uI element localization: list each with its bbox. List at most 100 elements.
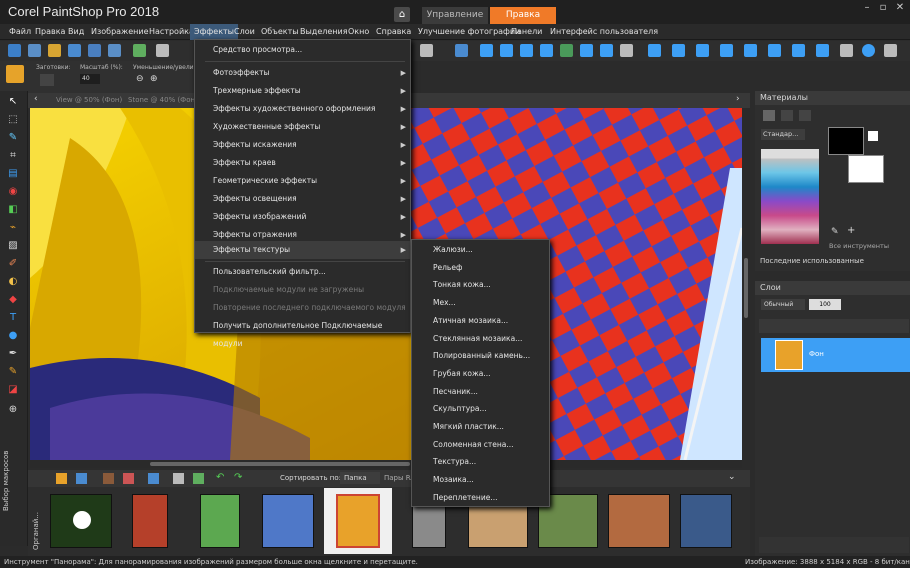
texture-item-weave[interactable]: Переплетение... [412,489,549,507]
effects-item-3[interactable]: Эффекты художественного оформления ▶ [195,100,410,118]
org-icon-1[interactable] [56,473,67,484]
frame-view-icon[interactable] [799,110,811,121]
texture-item-fur[interactable]: Мех... [412,294,549,312]
color-swatches[interactable] [761,149,819,244]
org-icon-3[interactable] [103,473,114,484]
toolbar-icon-13[interactable] [720,44,733,57]
layer-row-background[interactable]: Фон [761,338,910,372]
menu-view[interactable]: Вид [64,24,88,40]
toolbar-icon-18[interactable] [840,44,853,57]
menu-ui[interactable]: Интерфейс пользователя [546,24,662,40]
org-icon-4[interactable] [123,473,134,484]
paint-tool-icon[interactable]: ✐ [4,257,22,271]
materials-mode-dropdown[interactable]: Стандар... [761,129,805,140]
effects-item-8[interactable]: Эффекты освещения ▶ [195,190,410,208]
foreground-color[interactable] [828,127,864,155]
organizer-side-tab[interactable]: Органай... [32,494,42,550]
effects-item-5[interactable]: Эффекты искажения ▶ [195,136,410,154]
thumbnail-selected-frame[interactable] [324,488,392,554]
text-tool-icon[interactable]: T [4,311,22,325]
thumbnail-1[interactable] [50,494,112,548]
toolbar-icon-6[interactable] [560,44,573,57]
org-icon-6[interactable] [173,473,184,484]
texture-item-soft-plastic[interactable]: Мягкий пластик... [412,418,549,436]
org-icon-7[interactable] [193,473,204,484]
texture-item-tiles[interactable]: Мозаика... [412,471,549,489]
thumbnail-3[interactable] [200,494,240,548]
fill-tool-icon[interactable]: ◆ [4,293,22,307]
toolbar-icon-5[interactable] [540,44,553,57]
home-icon[interactable]: ⌂ [394,7,410,22]
menu-help[interactable]: Справка [372,24,415,40]
zoom-in-icon[interactable]: ⊕ [150,74,158,84]
undo-icon[interactable]: ↶ [216,472,224,483]
texture-item-straw-wall[interactable]: Соломенная стена... [412,436,549,454]
toolbar-icon-7[interactable] [580,44,593,57]
texture-item-glass-mosaic[interactable]: Стеклянная мозаика... [412,330,549,348]
texture-item-sandstone[interactable]: Песчаник... [412,383,549,401]
toolbar-icon-11[interactable] [672,44,685,57]
toolbar-icon-17[interactable] [816,44,829,57]
pen-tool-icon[interactable]: ✒ [4,347,22,361]
texture-item-antique-mosaic[interactable]: Атичная мозаика... [412,312,549,330]
plus-icon[interactable]: + [847,225,855,236]
save-icon[interactable] [88,44,101,57]
toolbar-icon-19[interactable] [862,44,875,57]
dodge-tool-icon[interactable]: ◐ [4,275,22,289]
sort-dropdown[interactable]: Папка [340,472,380,484]
save-as-icon[interactable] [108,44,121,57]
macro-tab[interactable]: Выбор макросов [2,431,12,511]
gradient-tool-icon[interactable]: ▨ [4,239,22,253]
clone-tool-icon[interactable]: ⌁ [4,221,22,235]
open-icon[interactable] [48,44,61,57]
toolbar-icon-12[interactable] [696,44,709,57]
texture-item-rough-leather[interactable]: Грубая кожа... [412,365,549,383]
doc-tab-stone[interactable]: Stone @ 40% (Фон) [128,96,198,104]
toolbar-icon-16[interactable] [792,44,805,57]
toolbar-icon-4[interactable] [520,44,533,57]
texture-item-sculpture[interactable]: Скульптура... [412,400,549,418]
effects-item-get-plugins[interactable]: Получить дополнительное Подключаемые мод… [195,317,410,348]
texture-item-polished-stone[interactable]: Полированный камень... [412,347,549,365]
dropper-tool-icon[interactable]: ✎ [4,131,22,145]
thumbnail-2[interactable] [132,494,168,548]
shape-tool-icon[interactable]: ● [4,329,22,343]
scroll-thumb[interactable] [150,462,410,466]
menu-layers[interactable]: Слои [230,24,259,40]
toolbar-icon-20[interactable] [884,44,897,57]
grid-icon[interactable] [28,44,41,57]
doc-tab-view[interactable]: View @ 50% (Фон) [56,96,122,104]
background-color[interactable] [848,155,884,183]
toolbar-icon-2[interactable] [480,44,493,57]
add-tool-icon[interactable]: ⊕ [4,403,22,417]
texture-item-emboss[interactable]: Рельеф [412,259,549,277]
swap-colors-icon[interactable] [868,131,878,141]
toolbar-icon-8[interactable] [600,44,613,57]
tab-right-arrow-icon[interactable]: › [736,94,740,104]
organizer-collapse-icon[interactable]: ⌄ [728,472,736,482]
close-icon[interactable]: ✕ [893,2,907,14]
zoom-input[interactable]: 40 [80,74,100,84]
minimize-icon[interactable]: – [860,2,874,14]
vertical-scrollbar[interactable] [742,108,750,460]
share-icon[interactable] [133,44,146,57]
menu-palettes[interactable]: Панели [507,24,546,40]
maximize-icon[interactable]: ▫ [876,2,890,14]
menu-image[interactable]: Изображение [87,24,153,40]
effects-item-7[interactable]: Геометрические эффекты ▶ [195,172,410,190]
opacity-field[interactable]: 100 [809,299,841,310]
crop-tool-icon[interactable]: ⌗ [4,149,22,163]
thumbnail-5[interactable] [336,494,380,548]
new-icon[interactable] [8,44,21,57]
straighten-tool-icon[interactable]: ▤ [4,167,22,181]
horizontal-scrollbar[interactable] [30,460,742,468]
texture-item-texture[interactable]: Текстура... [412,453,549,471]
pick-tool-icon[interactable]: ↖ [4,95,22,109]
thumbnail-9[interactable] [608,494,670,548]
pan-tool-icon[interactable] [6,65,24,83]
rainbow-view-icon[interactable] [781,110,793,121]
effects-item-9[interactable]: Эффекты изображений ▶ [195,208,410,226]
makeover-tool-icon[interactable]: ◧ [4,203,22,217]
toolbar-icon-3[interactable] [500,44,513,57]
effects-item-0[interactable]: Средство просмотра... [195,41,410,59]
